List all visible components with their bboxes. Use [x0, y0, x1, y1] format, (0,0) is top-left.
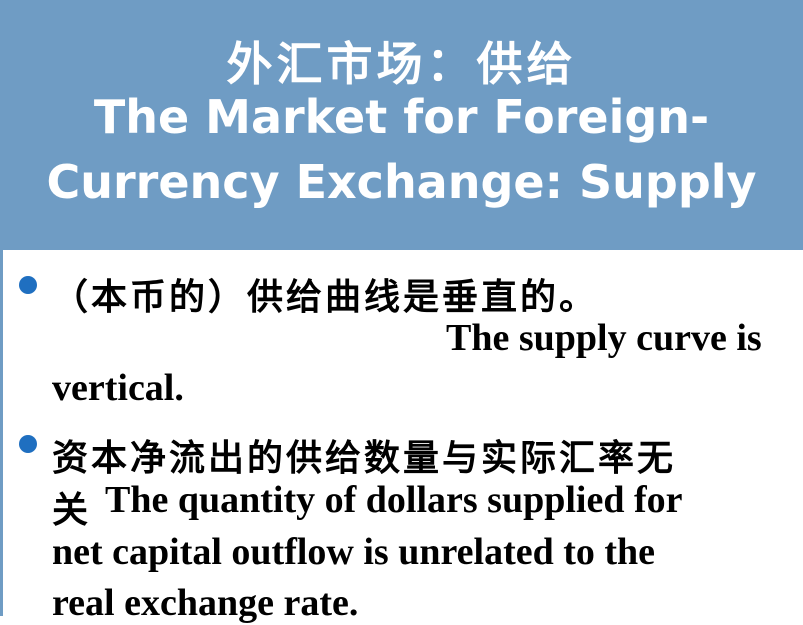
slide-title-english-line-2: Currency Exchange: Supply — [46, 155, 757, 209]
bullet-2-chinese-prefix: 关 — [52, 490, 92, 531]
slide-title-english-line-1: The Market for Foreign- — [93, 90, 710, 144]
bullet-1-chinese-text: （本币的）供给曲线是垂直的。 — [52, 277, 599, 318]
bullet-1-marker — [19, 276, 37, 294]
bullet-1-english-text-part-1: The supply curve is — [446, 317, 762, 359]
bullet-2-english-line-1: The quantity of dollars supplied for — [105, 479, 683, 521]
bullet-2-english-line-3: real exchange rate. — [52, 582, 359, 624]
bullet-2-chinese-text: 资本净流出的供给数量与实际汇率无 — [52, 438, 677, 479]
bullet-2-english-line-2: net capital outflow is unrelated to the — [52, 531, 656, 573]
bullet-2-marker — [19, 435, 37, 453]
content-left-border — [0, 250, 3, 616]
bullet-1-english-text-part-2: vertical. — [52, 367, 184, 409]
slide-title-chinese: 外汇市场：供给 — [226, 37, 577, 91]
